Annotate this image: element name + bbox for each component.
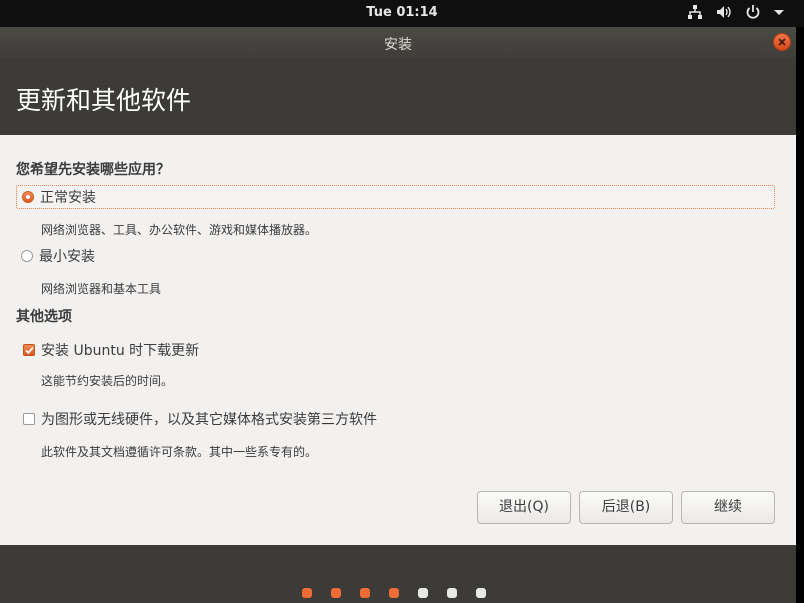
page-header: 更新和其他软件 [0, 58, 796, 135]
close-icon [778, 38, 786, 46]
power-icon[interactable] [745, 4, 761, 20]
third-party-description: 此软件及其文档遵循许可条款。其中一些系专有的。 [41, 445, 318, 459]
download-updates-label: 安装 Ubuntu 时下载更新 [41, 343, 200, 359]
minimal-install-radio[interactable] [21, 250, 33, 262]
step-progress-indicator [302, 588, 486, 598]
progress-step-dot [476, 588, 486, 598]
minimal-install-label: 最小安装 [39, 249, 95, 265]
other-options-heading: 其他选项 [16, 309, 72, 325]
progress-step-dot [302, 588, 312, 598]
normal-install-description: 网络浏览器、工具、办公软件、游戏和媒体播放器。 [41, 223, 318, 237]
normal-install-option[interactable]: 正常安装 [16, 185, 775, 209]
back-button[interactable]: 后退(B) [579, 491, 673, 524]
progress-step-dot [418, 588, 428, 598]
download-updates-option[interactable]: 安装 Ubuntu 时下载更新 [16, 338, 199, 362]
system-tray [687, 4, 784, 20]
screen-edge [796, 27, 804, 603]
network-icon[interactable] [687, 4, 703, 20]
download-updates-checkbox[interactable] [23, 344, 35, 356]
content-area: 您希望先安装哪些应用？ 正常安装 网络浏览器、工具、办公软件、游戏和媒体播放器。… [0, 135, 796, 545]
download-updates-description: 这能节约安装后的时间。 [41, 374, 174, 388]
progress-footer [0, 545, 796, 603]
window-title: 安装 [384, 37, 412, 53]
third-party-label: 为图形或无线硬件，以及其它媒体格式安装第三方软件 [41, 412, 377, 428]
progress-step-dot [331, 588, 341, 598]
clock[interactable]: Tue 01:14 [0, 5, 804, 20]
progress-step-dot [360, 588, 370, 598]
page-title: 更新和其他软件 [16, 86, 192, 115]
title-bar[interactable]: 安装 [0, 27, 796, 58]
normal-install-radio[interactable] [22, 191, 34, 203]
progress-step-dot [389, 588, 399, 598]
installer-window: 安装 更新和其他软件 您希望先安装哪些应用？ 正常安装 网络浏览器、工具、办公软… [0, 27, 796, 603]
continue-button[interactable]: 继续 [681, 491, 775, 524]
top-panel: Tue 01:14 [0, 0, 804, 27]
volume-icon[interactable] [716, 4, 732, 20]
chevron-down-icon[interactable] [774, 4, 784, 20]
checkmark-icon [25, 346, 34, 355]
close-button[interactable] [773, 33, 791, 51]
minimal-install-description: 网络浏览器和基本工具 [41, 282, 162, 296]
progress-step-dot [447, 588, 457, 598]
normal-install-label: 正常安装 [40, 190, 96, 206]
install-question-heading: 您希望先安装哪些应用？ [16, 162, 170, 178]
third-party-option[interactable]: 为图形或无线硬件，以及其它媒体格式安装第三方软件 [16, 407, 377, 431]
minimal-install-option[interactable]: 最小安装 [16, 244, 95, 268]
third-party-checkbox[interactable] [23, 413, 35, 425]
quit-button[interactable]: 退出(Q) [477, 491, 571, 524]
